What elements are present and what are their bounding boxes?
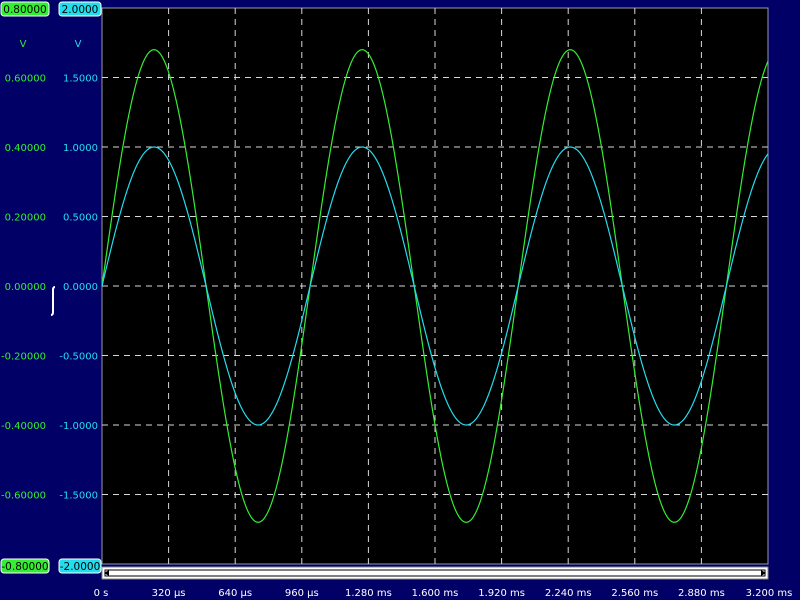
x-tick-label: 2.560 ms — [611, 588, 658, 599]
x-tick-label: 3.200 ms — [746, 588, 793, 599]
time-axis: 0 s 320 µs 640 µs 960 µs 1.280 ms 1.600 ms 1.9… — [94, 588, 793, 599]
channel-b-top-badge[interactable]: 2.0000 — [58, 1, 102, 17]
y-tick-label: 0.00000 — [5, 282, 46, 293]
y-tick-label: -1.0000 — [59, 421, 98, 432]
channel-a-bottom-badge[interactable]: -0.80000 — [0, 558, 50, 574]
x-tick-label: 2.240 ms — [545, 588, 592, 599]
time-scrollbar[interactable] — [101, 566, 769, 580]
y-tick-label: 0.5000 — [63, 213, 98, 224]
y-tick-label: -0.40000 — [1, 421, 46, 432]
y-tick-label: 0.60000 — [5, 74, 46, 85]
x-tick-label: 0 s — [94, 588, 109, 599]
x-tick-label: 2.880 ms — [678, 588, 725, 599]
y-tick-label: 0.20000 — [5, 213, 46, 224]
channel-a-unit: V — [20, 39, 27, 50]
channel-b-unit: V — [75, 39, 82, 50]
channel-a-top-badge[interactable]: 0.80000 — [0, 1, 50, 17]
channel-b-range-top: 2.0000 — [62, 4, 99, 16]
x-tick-label: 960 µs — [285, 588, 319, 599]
y-tick-label: 1.0000 — [63, 143, 98, 154]
y-tick-label: -0.5000 — [59, 352, 98, 363]
x-tick-label: 640 µs — [218, 588, 252, 599]
channel-b-range-bottom: -2.0000 — [60, 561, 101, 573]
channel-a-axis: 0.60000 0.40000 0.20000 0.00000 -0.20000 -0.4… — [1, 74, 46, 502]
y-tick-label: 1.5000 — [63, 74, 98, 85]
y-tick-label: -0.20000 — [1, 352, 46, 363]
zero-offset-marker[interactable] — [50, 286, 56, 316]
y-tick-label: -0.60000 — [1, 491, 46, 502]
oscilloscope-view: 0.80000 -0.80000 2.0000 -2.0000 V V 0.60… — [0, 1, 793, 599]
channel-a-range-bottom: -0.80000 — [1, 561, 48, 573]
x-tick-label: 1.920 ms — [478, 588, 525, 599]
x-tick-label: 1.600 ms — [412, 588, 459, 599]
channel-b-axis: 1.5000 1.0000 0.5000 0.0000 -0.5000 -1.0000 -1… — [59, 74, 98, 502]
channel-a-range-top: 0.80000 — [3, 4, 46, 16]
y-tick-label: -1.5000 — [59, 491, 98, 502]
x-tick-label: 320 µs — [152, 588, 186, 599]
y-tick-label: 0.40000 — [5, 143, 46, 154]
y-tick-label: 0.0000 — [63, 282, 98, 293]
x-tick-label: 1.280 ms — [345, 588, 392, 599]
channel-b-bottom-badge[interactable]: -2.0000 — [58, 558, 102, 574]
